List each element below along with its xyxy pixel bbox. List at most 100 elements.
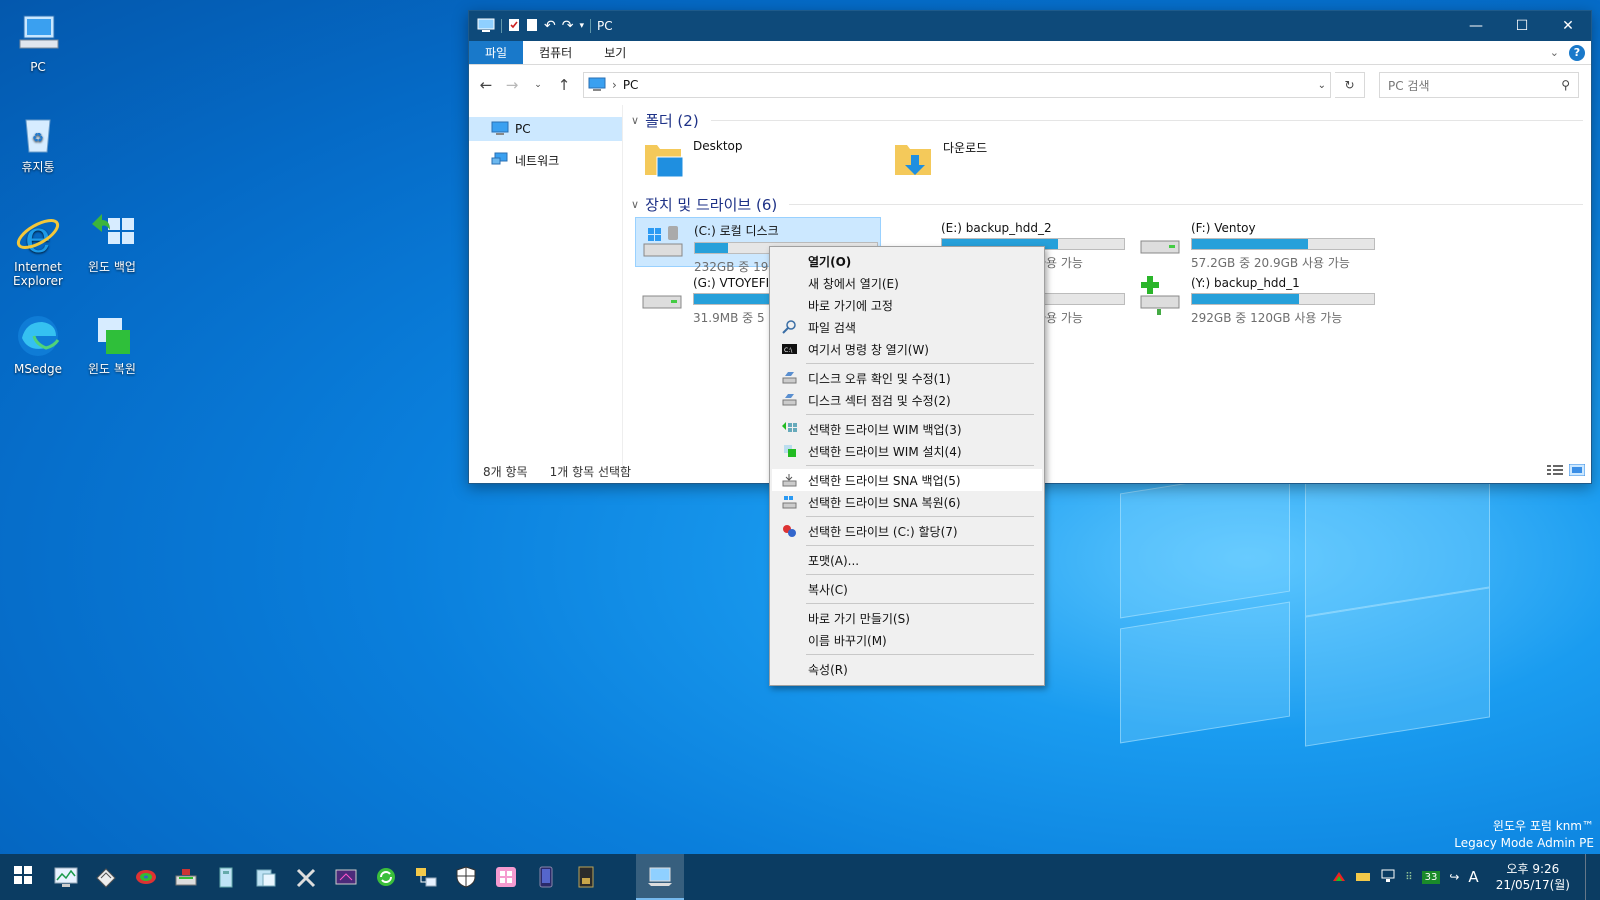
context-menu-item[interactable]: 선택한 드라이브 SNA 백업(5) [772, 469, 1042, 491]
sync-icon[interactable] [366, 854, 406, 900]
maximize-button[interactable]: ☐ [1499, 11, 1545, 41]
desktop-icon-recycle-bin[interactable]: ♻ 휴지통 [0, 110, 76, 174]
clock[interactable]: 오후 9:26 21/05/17(월) [1496, 861, 1570, 893]
group-title: 폴더 (2) [645, 111, 699, 130]
tools-icon[interactable] [286, 854, 326, 900]
context-menu-label: 새 창에서 열기(E) [808, 276, 899, 291]
drive-f[interactable]: (F:) Ventoy 57.2GB 중 20.9GB 사용 가능 [1133, 217, 1379, 270]
menu-separator [806, 465, 1034, 466]
explorer-icon[interactable] [246, 854, 286, 900]
tab-view[interactable]: 보기 [588, 41, 642, 64]
tray-network-icon[interactable] [1380, 869, 1396, 886]
backup-tool-icon[interactable] [166, 854, 206, 900]
context-menu-item[interactable]: 열기(O) [772, 250, 1042, 272]
folder-desktop[interactable]: Desktop [631, 135, 881, 193]
network-drive-icon [1139, 276, 1183, 318]
tray-grid-icon[interactable]: ⠿ [1405, 872, 1412, 883]
refresh-icon[interactable]: ↻ [1335, 72, 1365, 98]
search-input[interactable]: PC 검색 ⚲ [1379, 72, 1579, 98]
forward-icon[interactable]: → [501, 74, 523, 96]
shield-icon[interactable] [446, 854, 486, 900]
up-icon[interactable]: ↑ [553, 74, 575, 96]
breadcrumb[interactable]: PC [623, 78, 639, 92]
context-menu-item[interactable]: 디스크 섹터 점검 및 수정(2) [772, 389, 1042, 411]
context-menu-item[interactable]: C:\ 여기서 명령 창 열기(W) [772, 338, 1042, 360]
search-icon: ⚲ [1561, 78, 1570, 92]
drive-y[interactable]: (Y:) backup_hdd_1 292GB 중 120GB 사용 가능 [1133, 272, 1379, 325]
desktop-icon-label: MSedge [14, 362, 62, 376]
tray-device-icon[interactable] [1355, 870, 1371, 885]
card-icon[interactable] [566, 854, 606, 900]
context-menu-label: 열기(O) [808, 254, 852, 269]
desktop-icon-pc[interactable]: PC [0, 10, 76, 74]
tab-computer[interactable]: 컴퓨터 [523, 41, 588, 64]
context-menu-item[interactable]: 선택한 드라이브 WIM 설치(4) [772, 440, 1042, 462]
tray-arrow-icon[interactable] [1332, 870, 1346, 885]
desktop-icon-win-backup[interactable]: 윈도 백업 [74, 210, 150, 274]
properties-icon[interactable] [508, 18, 520, 35]
folder-downloads[interactable]: 다운로드 [881, 135, 1131, 193]
minimize-button[interactable]: — [1453, 11, 1499, 41]
help-icon[interactable]: ? [1569, 44, 1585, 61]
details-view-icon[interactable] [1547, 464, 1563, 479]
network-tool-icon[interactable] [406, 854, 446, 900]
desktop-icon-msedge[interactable]: MSedge [0, 312, 76, 376]
desktop-icon-win-restore[interactable]: 윈도 복원 [74, 312, 150, 376]
new-folder-icon[interactable] [526, 18, 538, 35]
undo-icon[interactable]: ↶ [544, 18, 556, 34]
collapse-chevron-icon[interactable]: ∨ [631, 114, 639, 127]
address-dropdown-icon[interactable]: ⌄ [1318, 80, 1326, 91]
partition-icon[interactable] [126, 854, 166, 900]
show-desktop-button[interactable] [1585, 854, 1590, 900]
group-title: 장치 및 드라이브 (6) [645, 195, 778, 214]
nav-item-network[interactable]: 네트워크 [469, 148, 622, 172]
context-menu-item[interactable]: 선택한 드라이브 SNA 복원(6) [772, 491, 1042, 513]
context-menu-item[interactable]: 바로 가기 만들기(S) [772, 607, 1042, 629]
context-menu-item[interactable]: 파일 검색 [772, 316, 1042, 338]
back-icon[interactable]: ← [475, 74, 497, 96]
computer-icon [477, 18, 495, 35]
tray-share-icon[interactable]: ↪ [1449, 870, 1459, 884]
wim-install-icon [782, 444, 797, 458]
drives-group-header[interactable]: ∨ 장치 및 드라이브 (6) [631, 193, 1583, 215]
menu-separator [806, 574, 1034, 575]
redo-icon[interactable]: ↷ [562, 18, 574, 34]
ribbon-expand-icon[interactable]: ⌄ [1550, 46, 1559, 59]
registry-icon[interactable] [206, 854, 246, 900]
tab-file[interactable]: 파일 [469, 41, 524, 64]
active-explorer-icon[interactable] [636, 854, 684, 900]
start-button[interactable] [0, 854, 46, 900]
title-bar: ↶ ↷ ▾ PC — ☐ ✕ [469, 11, 1591, 41]
folders-group-header[interactable]: ∨ 폴더 (2) [631, 109, 1583, 131]
customize-dropdown-icon[interactable]: ▾ [579, 21, 584, 31]
collapse-chevron-icon[interactable]: ∨ [631, 198, 639, 211]
context-menu-item[interactable]: 선택한 드라이브 (C:) 할당(7) [772, 520, 1042, 542]
phone-icon[interactable] [526, 854, 566, 900]
disk-check-icon [782, 371, 797, 385]
drive-name: (F:) Ventoy [1191, 221, 1256, 235]
context-menu-item[interactable]: 디스크 오류 확인 및 수정(1) [772, 367, 1042, 389]
address-bar[interactable]: › PC ⌄ [583, 72, 1331, 98]
navigation-bar: ← → ⌄ ↑ › PC ⌄ ↻ PC 검색 ⚲ [469, 65, 1591, 105]
context-menu-item[interactable]: 새 창에서 열기(E) [772, 272, 1042, 294]
desktop-icon-ie[interactable]: e Internet Explorer [0, 210, 76, 288]
close-button[interactable]: ✕ [1545, 11, 1591, 41]
context-menu-item[interactable]: 복사(C) [772, 578, 1042, 600]
disk-tool-icon[interactable] [86, 854, 126, 900]
context-menu-item[interactable]: 이름 바꾸기(M) [772, 629, 1042, 651]
pc-icon [14, 10, 62, 58]
ime-indicator[interactable]: A [1468, 868, 1478, 886]
context-menu-item[interactable]: 포맷(A)... [772, 549, 1042, 571]
recent-locations-icon[interactable]: ⌄ [527, 74, 549, 96]
nav-item-pc[interactable]: PC [469, 117, 622, 141]
context-menu-item[interactable]: 바로 가기에 고정 [772, 294, 1042, 316]
tray-badge[interactable]: 33 [1421, 870, 1441, 884]
context-menu-item[interactable]: 선택한 드라이브 WIM 백업(3) [772, 418, 1042, 440]
app-icon[interactable] [486, 854, 526, 900]
task-manager-icon[interactable] [46, 854, 86, 900]
windows-backup-icon [88, 210, 136, 258]
ribbon-tabs: 파일 컴퓨터 보기 ⌄ ? [469, 41, 1591, 65]
context-menu-item[interactable]: 속성(R) [772, 658, 1042, 680]
tiles-view-icon[interactable] [1568, 463, 1586, 479]
media-icon[interactable] [326, 854, 366, 900]
